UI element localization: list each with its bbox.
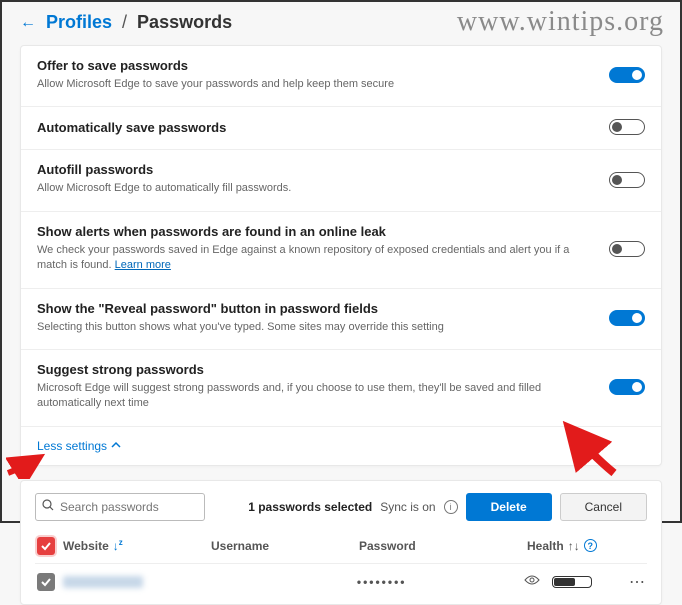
setting-autofill: Autofill passwords Allow Microsoft Edge … [21, 150, 661, 211]
delete-button[interactable]: Delete [466, 493, 552, 521]
toggle-auto-save[interactable] [609, 119, 645, 135]
column-username[interactable]: Username [211, 539, 351, 553]
setting-title: Offer to save passwords [37, 58, 595, 73]
setting-desc: Allow Microsoft Edge to save your passwo… [37, 77, 595, 92]
toggle-autofill[interactable] [609, 172, 645, 188]
setting-title: Automatically save passwords [37, 120, 595, 135]
setting-auto-save: Automatically save passwords [21, 107, 661, 150]
chevron-up-icon [111, 439, 121, 453]
setting-title: Show the "Reveal password" button in pas… [37, 301, 595, 316]
column-website[interactable]: Website ↓z [63, 538, 203, 553]
toggle-reveal-password[interactable] [609, 310, 645, 326]
setting-title: Autofill passwords [37, 162, 595, 177]
more-icon[interactable]: ⋯ [629, 572, 645, 592]
less-settings-link[interactable]: Less settings [21, 427, 661, 465]
setting-title: Suggest strong passwords [37, 362, 595, 377]
toggle-offer-to-save[interactable] [609, 67, 645, 83]
breadcrumb-separator: / [122, 12, 127, 33]
setting-show-alerts: Show alerts when passwords are found in … [21, 212, 661, 289]
sync-status: Sync is on [380, 500, 435, 514]
column-health[interactable]: Health ↑↓ ? [527, 539, 617, 553]
arrow-down-icon: ↓z [113, 538, 123, 553]
toggle-suggest-strong[interactable] [609, 379, 645, 395]
breadcrumb-profiles-link[interactable]: Profiles [46, 12, 112, 33]
search-input[interactable] [60, 500, 198, 514]
learn-more-link[interactable]: Learn more [115, 259, 171, 271]
cell-website[interactable] [63, 576, 202, 588]
back-icon[interactable]: ← [20, 14, 36, 32]
passwords-list-card: 1 passwords selected Sync is on i Delete… [20, 480, 662, 605]
select-all-checkbox[interactable] [37, 537, 55, 555]
setting-desc: We check your passwords saved in Edge ag… [37, 243, 595, 274]
setting-suggest-strong: Suggest strong passwords Microsoft Edge … [21, 350, 661, 427]
setting-desc: Selecting this button shows what you've … [37, 320, 595, 335]
search-icon [42, 498, 54, 516]
table-row: •••••••• ⋯ [35, 564, 647, 600]
cell-password: •••••••• [357, 575, 516, 589]
setting-desc: Allow Microsoft Edge to automatically fi… [37, 181, 595, 196]
search-box[interactable] [35, 493, 205, 521]
setting-title: Show alerts when passwords are found in … [37, 224, 595, 239]
passwords-toolbar: 1 passwords selected Sync is on i Delete… [35, 493, 647, 521]
reveal-password-icon[interactable] [524, 574, 544, 589]
setting-desc: Microsoft Edge will suggest strong passw… [37, 381, 595, 412]
health-help-icon[interactable]: ? [584, 539, 597, 552]
strength-meter-icon [552, 576, 592, 588]
settings-card: Offer to save passwords Allow Microsoft … [20, 45, 662, 466]
setting-reveal-password: Show the "Reveal password" button in pas… [21, 289, 661, 350]
setting-offer-to-save: Offer to save passwords Allow Microsoft … [21, 46, 661, 107]
table-header: Website ↓z Username Password Health ↑↓ ? [35, 533, 647, 564]
sync-info-icon[interactable]: i [444, 500, 458, 514]
page-title: Passwords [137, 12, 232, 33]
row-checkbox[interactable] [37, 573, 55, 591]
selected-count: 1 passwords selected [248, 500, 372, 514]
column-password[interactable]: Password [359, 539, 519, 553]
breadcrumb: ← Profiles / Passwords [2, 2, 680, 39]
toggle-show-alerts[interactable] [609, 241, 645, 257]
cancel-button[interactable]: Cancel [560, 493, 647, 521]
sort-arrows-icon: ↑↓ [568, 539, 580, 553]
cell-health [552, 576, 621, 588]
